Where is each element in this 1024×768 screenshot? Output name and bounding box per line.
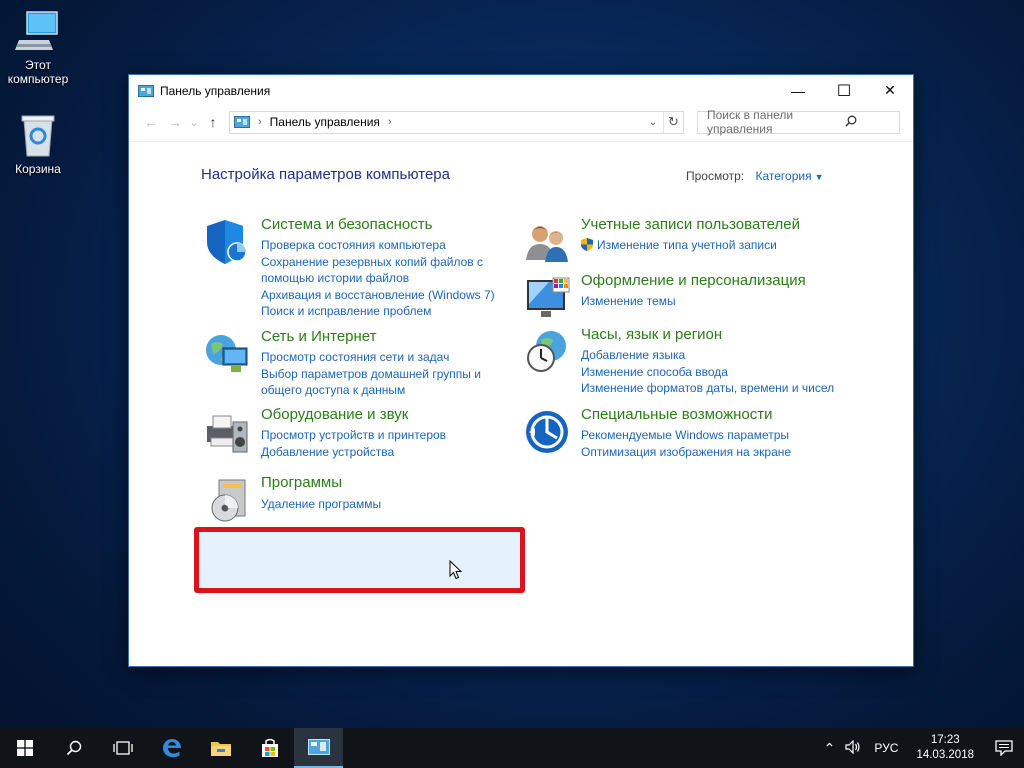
language-indicator[interactable]: РУС <box>866 741 906 755</box>
window-title: Панель управления <box>160 83 271 98</box>
control-panel-icon <box>234 116 250 128</box>
link-uninstall-program[interactable]: Удаление программы <box>261 496 541 513</box>
accessibility-icon <box>526 411 568 453</box>
close-button[interactable]: ✕ <box>867 75 913 106</box>
control-panel-window: Панель управления — ☐ ✕ ← → ⌄ ↑ › Панель… <box>128 74 914 667</box>
search-icon[interactable] <box>803 115 899 130</box>
edge-icon <box>162 739 181 758</box>
show-hidden-icons-button[interactable]: ⌃ <box>819 740 841 757</box>
link-change-input-method[interactable]: Изменение способа ввода <box>581 364 861 381</box>
control-panel-icon <box>138 84 154 97</box>
search-input[interactable]: Поиск в панели управления <box>697 108 900 136</box>
action-center-button[interactable] <box>984 740 1024 756</box>
link-file-history-backup[interactable]: Сохранение резервных копий файлов с помо… <box>261 254 501 287</box>
maximize-button[interactable]: ☐ <box>821 75 867 106</box>
link-network-status[interactable]: Просмотр состояния сети и задач <box>261 349 541 366</box>
start-button[interactable] <box>0 728 49 768</box>
system-tray: ⌃ РУС 17:23 14.03.2018 <box>819 728 1024 768</box>
task-view-icon <box>112 741 133 755</box>
breadcrumb-control-panel[interactable]: Панель управления <box>270 115 380 129</box>
view-by-label: Просмотр: <box>686 169 745 183</box>
search-icon <box>66 740 81 756</box>
desktop-icon-recycle-bin[interactable]: Корзина <box>0 112 76 176</box>
category-title[interactable]: Сеть и Интернет <box>261 328 541 346</box>
clock-date: 14.03.2018 <box>916 749 974 761</box>
taskbar: ⌃ РУС 17:23 14.03.2018 <box>0 728 1024 768</box>
content-area: Настройка параметров компьютера Просмотр… <box>129 141 913 666</box>
programs-disc-icon <box>211 479 246 522</box>
link-recommended-settings[interactable]: Рекомендуемые Windows параметры <box>581 427 861 444</box>
address-dropdown-icon[interactable]: ⌄ <box>643 117 663 128</box>
clock-time: 17:23 <box>930 734 960 746</box>
category-title[interactable]: Оборудование и звук <box>261 406 541 424</box>
network-globe-icon <box>206 335 248 372</box>
monitor-personalization-icon <box>527 277 570 317</box>
link-homegroup-sharing[interactable]: Выбор параметров домашней группы и общег… <box>261 366 501 399</box>
link-change-date-formats[interactable]: Изменение форматов даты, времени и чисел <box>581 380 861 397</box>
link-change-account-type[interactable]: Изменение типа учетной записи <box>581 237 861 254</box>
breadcrumb-separator[interactable]: › <box>388 116 392 128</box>
printer-speaker-icon <box>207 415 248 453</box>
view-by: Просмотр: Категория ▼ <box>686 169 824 183</box>
link-change-theme[interactable]: Изменение темы <box>581 293 861 310</box>
title-bar[interactable]: Панель управления — ☐ ✕ <box>129 75 913 106</box>
search-button[interactable] <box>49 728 98 768</box>
category-title[interactable]: Специальные возможности <box>581 406 861 424</box>
link-add-language[interactable]: Добавление языка <box>581 347 861 364</box>
category-title[interactable]: Учетные записи пользователей <box>581 216 861 234</box>
task-view-button[interactable] <box>98 728 147 768</box>
store-button[interactable] <box>245 728 294 768</box>
category-title[interactable]: Оформление и персонализация <box>581 272 861 290</box>
forward-button[interactable]: → <box>163 110 187 134</box>
link-optimize-display[interactable]: Оптимизация изображения на экране <box>581 444 861 461</box>
computer-icon <box>15 11 58 50</box>
control-panel-icon <box>307 739 330 755</box>
category-title[interactable]: Часы, язык и регион <box>581 326 861 344</box>
edge-button[interactable] <box>147 728 196 768</box>
breadcrumb-separator[interactable]: › <box>258 116 262 128</box>
view-by-dropdown[interactable]: Категория <box>755 169 811 183</box>
folder-icon <box>210 742 231 756</box>
link-troubleshoot[interactable]: Поиск и исправление проблем <box>261 303 541 320</box>
up-button[interactable]: ↑ <box>201 110 225 134</box>
link-check-computer-status[interactable]: Проверка состояния компьютера <box>261 237 541 254</box>
category-title[interactable]: Система и безопасность <box>261 216 541 234</box>
link-add-device[interactable]: Добавление устройства <box>261 444 541 461</box>
link-devices-printers[interactable]: Просмотр устройств и принтеров <box>261 427 541 444</box>
link-text[interactable]: Изменение типа учетной записи <box>597 238 777 252</box>
clock-globe-icon <box>527 331 566 372</box>
users-icon <box>526 226 568 262</box>
link-backup-restore[interactable]: Архивация и восстановление (Windows 7) <box>261 287 541 304</box>
desktop-icon-this-pc[interactable]: Этот компьютер <box>0 10 76 86</box>
programs-highlight-frame <box>194 527 525 593</box>
recycle-bin-icon <box>21 115 55 157</box>
control-panel-taskbar-button[interactable] <box>294 728 343 768</box>
recent-locations-button[interactable]: ⌄ <box>187 110 201 134</box>
chevron-down-icon[interactable]: ▼ <box>815 172 824 182</box>
navigation-row: ← → ⌄ ↑ › Панель управления › ⌄ ↻ Поиск … <box>129 106 913 138</box>
file-explorer-button[interactable] <box>196 728 245 768</box>
uac-shield-icon <box>581 238 593 251</box>
store-bag-icon <box>261 738 278 757</box>
desktop-icon-label: Этот компьютер <box>7 58 69 86</box>
category-title[interactable]: Программы <box>261 474 541 492</box>
minimize-button[interactable]: — <box>775 75 821 106</box>
notifications-icon <box>995 740 1013 756</box>
desktop-icon-label: Корзина <box>15 162 61 176</box>
mouse-cursor-icon <box>449 560 463 580</box>
shield-icon <box>207 220 247 264</box>
clock[interactable]: 17:23 14.03.2018 <box>906 733 984 763</box>
volume-icon[interactable] <box>840 739 866 757</box>
address-bar[interactable]: › Панель управления › ⌄ ↻ <box>229 110 684 134</box>
page-title: Настройка параметров компьютера <box>201 166 450 183</box>
windows-logo-icon <box>16 740 33 756</box>
back-button[interactable]: ← <box>139 110 163 134</box>
search-placeholder: Поиск в панели управления <box>707 108 794 136</box>
refresh-icon[interactable]: ↻ <box>663 111 683 133</box>
